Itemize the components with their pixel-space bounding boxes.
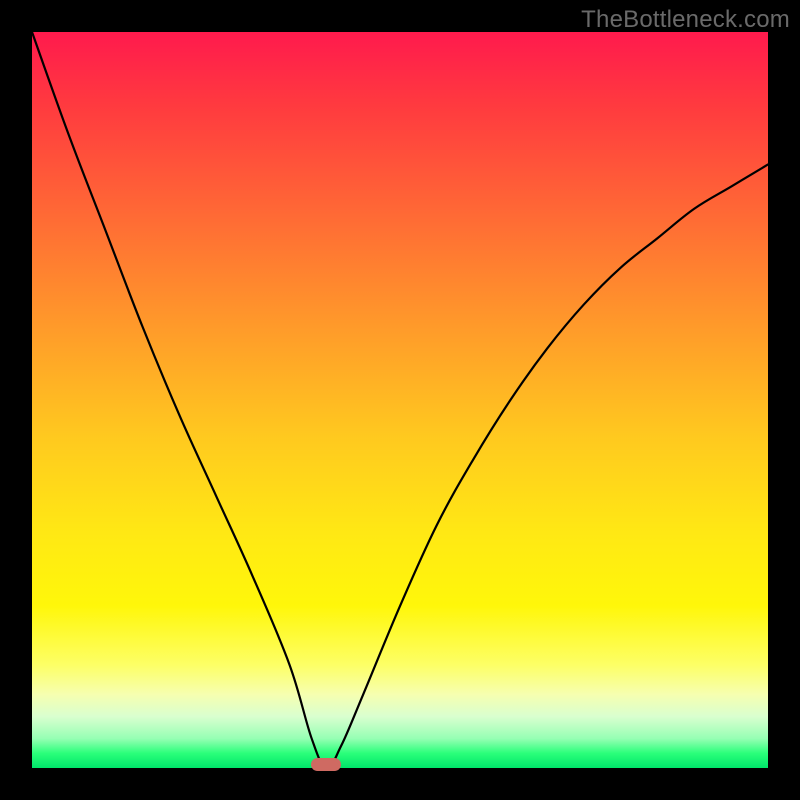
minimum-marker <box>311 758 341 771</box>
chart-frame: TheBottleneck.com <box>0 0 800 800</box>
plot-area <box>32 32 768 768</box>
watermark-text: TheBottleneck.com <box>581 6 790 34</box>
bottleneck-curve <box>32 32 768 768</box>
